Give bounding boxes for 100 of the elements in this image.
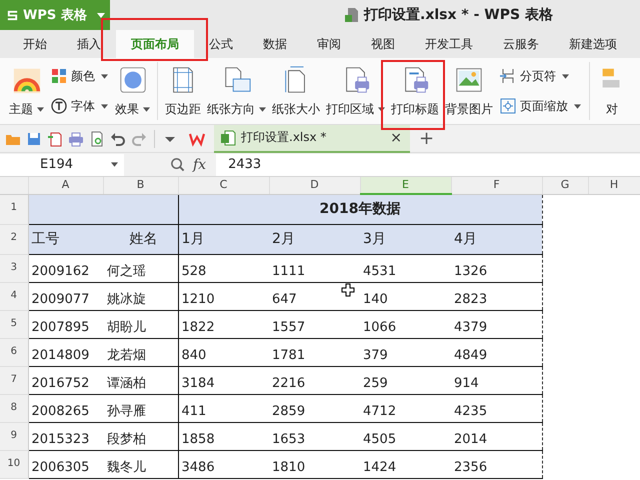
page-break-icon (500, 68, 516, 84)
caret-icon (143, 106, 150, 112)
table-cell: 魏冬儿 (103, 450, 178, 478)
ribbon-button[interactable]: 效果 (112, 62, 153, 120)
table-cell: 1810 (269, 450, 360, 478)
table-cell: 2009077 (28, 282, 103, 310)
column-header[interactable]: B (103, 177, 178, 194)
spreadsheet-file-icon (345, 7, 359, 23)
name-box[interactable]: E194 (0, 154, 124, 176)
redo-icon[interactable] (131, 130, 147, 146)
table-cell: 1326 (451, 254, 542, 282)
table-cell: 1653 (269, 422, 360, 450)
table-cell: 3486 (178, 450, 269, 478)
ribbon-button[interactable]: 背景图片 (442, 62, 496, 120)
ribbon-button[interactable]: 打印区域 (323, 62, 388, 120)
ribbon-tab[interactable]: 公式 (194, 30, 248, 58)
column-header[interactable]: H (588, 177, 640, 194)
table-cell: 4849 (451, 338, 542, 366)
ribbon-button[interactable]: 页面缩放 (496, 96, 585, 116)
ribbon-tab[interactable]: 新建选项 (554, 30, 632, 58)
table-cell: 2014 (451, 422, 542, 450)
ribbon-tab[interactable]: 页面布局 (116, 30, 194, 58)
table-cell: 段梦柏 (103, 422, 178, 450)
document-name: 打印设置.xlsx * (241, 129, 328, 146)
ribbon-button[interactable]: 对 (594, 62, 630, 120)
spreadsheet-file-icon (220, 130, 236, 146)
row-header[interactable]: 6 (0, 338, 28, 366)
row-header[interactable]: 8 (0, 394, 28, 422)
ribbon-button[interactable]: 颜色 (47, 66, 112, 86)
search-icon[interactable] (170, 157, 185, 172)
new-tab-button[interactable]: + (415, 128, 438, 149)
row-header[interactable]: 4 (0, 282, 28, 310)
caret-icon (562, 74, 569, 78)
undo-icon[interactable] (110, 130, 126, 146)
table-cell: 2859 (269, 394, 360, 422)
row-header[interactable]: 1 (0, 194, 28, 224)
row-header[interactable]: 7 (0, 366, 28, 394)
ribbon-tab[interactable]: 开发工具 (410, 30, 488, 58)
document-tab[interactable]: 打印设置.xlsx * × (214, 124, 410, 152)
ribbon-tab[interactable]: 插入 (62, 30, 116, 58)
column-header[interactable]: E (360, 177, 451, 194)
print-preview-icon[interactable] (89, 130, 105, 146)
ribbon-button[interactable]: 主题 (6, 62, 47, 120)
ribbon-button[interactable]: 页边距 (162, 62, 204, 120)
table-cell: 1210 (178, 282, 269, 310)
ribbon-tab[interactable]: 视图 (356, 30, 410, 58)
print-icon[interactable] (68, 130, 84, 146)
app-menu-button[interactable]: WPS 表格 (0, 0, 110, 30)
close-button[interactable]: × (388, 130, 404, 146)
table-cell: 140 (360, 282, 451, 310)
ribbon-button[interactable]: 字体 (47, 96, 112, 116)
save-icon[interactable] (26, 130, 42, 146)
ribbon-tab[interactable]: 数据 (248, 30, 302, 58)
ribbon-button[interactable]: 纸张方向 (204, 62, 269, 120)
column-header[interactable]: F (451, 177, 542, 194)
table-cell: 2014809 (28, 338, 103, 366)
table-cell: 2216 (269, 366, 360, 394)
column-header[interactable]: A (28, 177, 103, 194)
table-cell: 2006305 (28, 450, 103, 478)
table-cell: 2015323 (28, 422, 103, 450)
row-header[interactable]: 5 (0, 310, 28, 338)
caret-icon (101, 104, 108, 108)
table-cell: 胡盼儿 (103, 310, 178, 338)
row-header[interactable]: 2 (0, 224, 28, 254)
column-header[interactable]: C (178, 177, 269, 194)
ribbon-button[interactable]: 纸张大小 (269, 62, 323, 120)
page-zoom-icon (500, 98, 516, 114)
table-cell: 1557 (269, 310, 360, 338)
insert-function-button[interactable]: fx (187, 156, 212, 172)
table-cell: 2007895 (28, 310, 103, 338)
table-cell: 孙寻雁 (103, 394, 178, 422)
table-cell: 龙若烟 (103, 338, 178, 366)
export-icon[interactable] (47, 130, 63, 146)
table-cell: 2009162 (28, 254, 103, 282)
column-header[interactable]: G (542, 177, 588, 194)
row-header[interactable]: 3 (0, 254, 28, 282)
column-header[interactable]: D (269, 177, 360, 194)
table-cell: 姓名 (103, 224, 178, 254)
table-cell: 3月 (360, 224, 451, 254)
table-cell: 528 (178, 254, 269, 282)
table-cell: 谭涵柏 (103, 366, 178, 394)
table-cell: 4531 (360, 254, 451, 282)
row-header[interactable]: 9 (0, 422, 28, 450)
ribbon-tab[interactable]: 云服务 (488, 30, 554, 58)
caret-icon (378, 106, 385, 112)
ribbon-tab[interactable]: 开始 (8, 30, 62, 58)
table-cell: 4月 (451, 224, 542, 254)
ribbon-button[interactable]: 分页符 (496, 66, 585, 86)
caret-icon (259, 106, 266, 112)
table-cell: 4505 (360, 422, 451, 450)
formula-field[interactable]: 2433 (216, 154, 640, 176)
row-header[interactable]: 10 (0, 450, 28, 478)
caret-icon (111, 162, 118, 167)
logo-icon (6, 8, 19, 22)
window-title: 打印设置.xlsx * - WPS 表格 (364, 6, 553, 24)
table-cell: 2356 (451, 450, 542, 478)
table-cell: 4712 (360, 394, 451, 422)
ribbon-button[interactable]: 打印标题 (388, 62, 442, 120)
ribbon-tab[interactable]: 审阅 (302, 30, 356, 58)
table-cell: 1月 (178, 224, 269, 254)
